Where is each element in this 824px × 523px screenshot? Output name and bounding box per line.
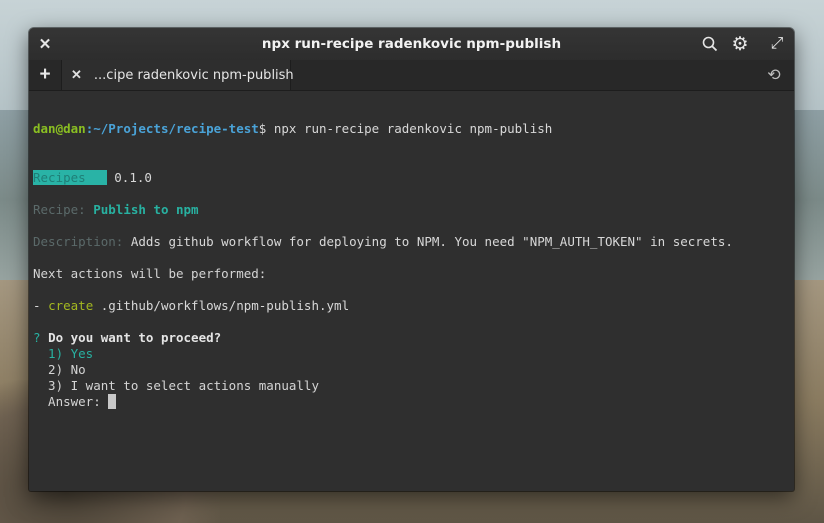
next-actions-line: Next actions will be performed:	[33, 266, 267, 281]
question-line: ? Do you want to proceed?	[33, 330, 221, 346]
new-tab-button[interactable]: +	[29, 60, 62, 90]
action-verb: create	[48, 298, 94, 313]
plus-icon: +	[39, 64, 51, 85]
option-no[interactable]: 2) No	[33, 362, 86, 378]
prompt-path: :~/Projects/recipe-test	[85, 121, 259, 136]
search-icon[interactable]	[700, 34, 720, 54]
prompt-line: dan@dan:~/Projects/recipe-test$ npx run-…	[33, 121, 552, 137]
terminal-window: ✕ npx run-recipe radenkovic npm-publish …	[29, 28, 794, 491]
tab-terminal[interactable]: ✕ ...cipe radenkovic npm-publish	[62, 60, 294, 90]
version-line: Recipes 0.1.0	[33, 170, 152, 186]
title-bar[interactable]: ✕ npx run-recipe radenkovic npm-publish …	[29, 28, 794, 60]
question-text: Do you want to proceed?	[48, 330, 222, 345]
tab-close-icon[interactable]: ✕	[71, 67, 82, 83]
search-icon-glyph	[702, 36, 718, 52]
recipe-line: Recipe: Publish to npm	[33, 202, 199, 218]
action-path: .github/workflows/npm-publish.yml	[93, 298, 350, 313]
recipes-badge: Recipes	[33, 170, 107, 185]
tab-bar: + ✕ ...cipe radenkovic npm-publish ⟲	[29, 60, 794, 91]
answer-label: Answer:	[33, 394, 109, 409]
tab-label: ...cipe radenkovic npm-publish	[93, 67, 294, 83]
terminal-output[interactable]: dan@dan:~/Projects/recipe-test$ npx run-…	[29, 91, 794, 491]
description-value: Adds github workflow for deploying to NP…	[130, 234, 733, 249]
text-cursor	[108, 394, 117, 409]
history-icon[interactable]: ⟲	[764, 65, 784, 85]
close-icon[interactable]: ✕	[35, 34, 55, 54]
option-yes[interactable]: 1) Yes	[33, 346, 93, 362]
answer-line[interactable]: Answer:	[33, 394, 117, 410]
window-title: npx run-recipe radenkovic npm-publish	[261, 36, 562, 52]
recipe-key: Recipe:	[33, 202, 94, 217]
prompt-user-host: dan@dan	[33, 121, 86, 136]
recipe-value: Publish to npm	[93, 202, 199, 217]
version-text: 0.1.0	[114, 170, 152, 185]
maximize-icon[interactable]: ⤢	[767, 34, 787, 54]
action-prefix: -	[33, 298, 49, 313]
action-line: - create .github/workflows/npm-publish.y…	[33, 298, 349, 314]
question-mark: ?	[33, 330, 49, 345]
option-manual[interactable]: 3) I want to select actions manually	[33, 378, 319, 394]
description-key: Description:	[33, 234, 131, 249]
recipes-badge-label: Recipes	[33, 170, 86, 185]
gear-icon[interactable]: ⚙	[730, 34, 750, 55]
prompt-command: npx run-recipe radenkovic npm-publish	[266, 121, 553, 136]
description-line: Description: Adds github workflow for de…	[33, 234, 733, 250]
